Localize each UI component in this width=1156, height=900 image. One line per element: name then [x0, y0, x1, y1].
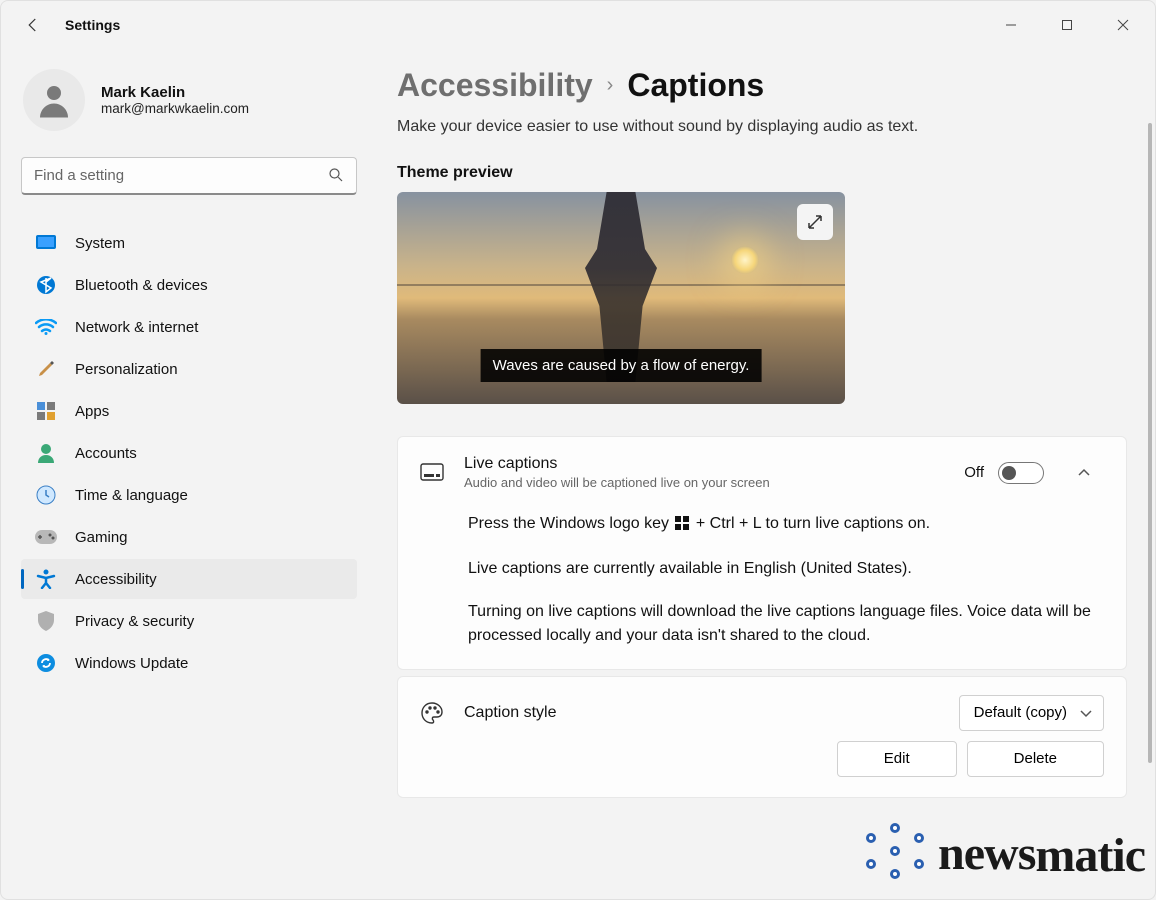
nav-label: Network & internet	[75, 319, 198, 336]
shield-icon	[35, 610, 57, 632]
caption-style-dropdown[interactable]: Default (copy)	[959, 695, 1104, 731]
nav-label: Windows Update	[75, 655, 188, 672]
update-icon	[35, 652, 57, 674]
chevron-down-icon	[1079, 706, 1093, 724]
nav-item-personalization[interactable]: Personalization	[21, 349, 357, 389]
caption-style-card: Caption style Default (copy) Edit Delete	[397, 676, 1127, 798]
captions-icon	[420, 463, 444, 483]
windows-logo-icon	[675, 514, 689, 537]
nav-label: Privacy & security	[75, 613, 194, 630]
profile-name: Mark Kaelin	[101, 84, 249, 101]
chevron-up-icon[interactable]	[1064, 466, 1104, 480]
close-button[interactable]	[1095, 5, 1151, 45]
search-input[interactable]	[21, 157, 357, 195]
apps-icon	[35, 400, 57, 422]
caption-style-title: Caption style	[464, 704, 939, 722]
chevron-right-icon: ›	[607, 74, 614, 97]
breadcrumb-current: Captions	[627, 67, 764, 104]
delete-button[interactable]: Delete	[967, 741, 1104, 777]
nav-item-network[interactable]: Network & internet	[21, 307, 357, 347]
minimize-button[interactable]	[983, 5, 1039, 45]
nav-item-gaming[interactable]: Gaming	[21, 517, 357, 557]
avatar	[23, 69, 85, 131]
back-button[interactable]	[23, 15, 43, 35]
theme-preview-heading: Theme preview	[397, 164, 1127, 182]
maximize-button[interactable]	[1039, 5, 1095, 45]
live-captions-card: Live captions Audio and video will be ca…	[397, 436, 1127, 670]
main-content: Accessibility › Captions Make your devic…	[371, 49, 1155, 899]
nav-item-bluetooth[interactable]: Bluetooth & devices	[21, 265, 357, 305]
theme-preview: Waves are caused by a flow of energy.	[397, 192, 845, 404]
titlebar: Settings	[1, 1, 1155, 49]
scrollbar[interactable]	[1148, 123, 1152, 763]
breadcrumb: Accessibility › Captions	[397, 67, 1127, 104]
clock-icon	[35, 484, 57, 506]
caption-sample-text: Waves are caused by a flow of energy.	[481, 349, 762, 382]
live-captions-note: Turning on live captions will download t…	[468, 600, 1104, 646]
toggle-state-label: Off	[964, 464, 984, 481]
page-description: Make your device easier to use without s…	[397, 118, 1127, 136]
breadcrumb-parent[interactable]: Accessibility	[397, 67, 593, 104]
accessibility-icon	[35, 568, 57, 590]
expand-preview-button[interactable]	[797, 204, 833, 240]
search-icon	[327, 166, 345, 189]
gamepad-icon	[35, 526, 57, 548]
nav-label: System	[75, 235, 125, 252]
nav-label: Apps	[75, 403, 109, 420]
live-captions-lang: Live captions are currently available in…	[468, 557, 1104, 580]
live-captions-toggle[interactable]	[998, 462, 1044, 484]
system-icon	[35, 232, 57, 254]
dropdown-value: Default (copy)	[974, 704, 1067, 721]
nav-item-accessibility[interactable]: Accessibility	[21, 559, 357, 599]
bluetooth-icon	[35, 274, 57, 296]
window-title: Settings	[65, 17, 120, 33]
nav-label: Gaming	[75, 529, 128, 546]
nav-label: Accessibility	[75, 571, 157, 588]
nav: System Bluetooth & devices Network & int…	[21, 223, 357, 683]
profile-block[interactable]: Mark Kaelin mark@markwkaelin.com	[21, 69, 357, 131]
nav-item-privacy[interactable]: Privacy & security	[21, 601, 357, 641]
window-controls	[983, 5, 1151, 45]
accounts-icon	[35, 442, 57, 464]
nav-item-update[interactable]: Windows Update	[21, 643, 357, 683]
brush-icon	[35, 358, 57, 380]
nav-item-accounts[interactable]: Accounts	[21, 433, 357, 473]
edit-button[interactable]: Edit	[837, 741, 957, 777]
live-captions-title: Live captions	[464, 455, 944, 473]
nav-label: Time & language	[75, 487, 188, 504]
live-captions-subtitle: Audio and video will be captioned live o…	[464, 475, 944, 490]
wifi-icon	[35, 316, 57, 338]
nav-label: Accounts	[75, 445, 137, 462]
live-captions-tip: Press the Windows logo key + Ctrl + L to…	[468, 512, 1104, 537]
nav-label: Bluetooth & devices	[75, 277, 208, 294]
nav-item-system[interactable]: System	[21, 223, 357, 263]
palette-icon	[420, 702, 444, 724]
live-captions-header[interactable]: Live captions Audio and video will be ca…	[398, 437, 1126, 508]
live-captions-body: Press the Windows logo key + Ctrl + L to…	[398, 508, 1126, 669]
nav-item-time[interactable]: Time & language	[21, 475, 357, 515]
nav-label: Personalization	[75, 361, 178, 378]
nav-item-apps[interactable]: Apps	[21, 391, 357, 431]
sidebar: Mark Kaelin mark@markwkaelin.com System …	[1, 49, 371, 899]
profile-email: mark@markwkaelin.com	[101, 101, 249, 116]
